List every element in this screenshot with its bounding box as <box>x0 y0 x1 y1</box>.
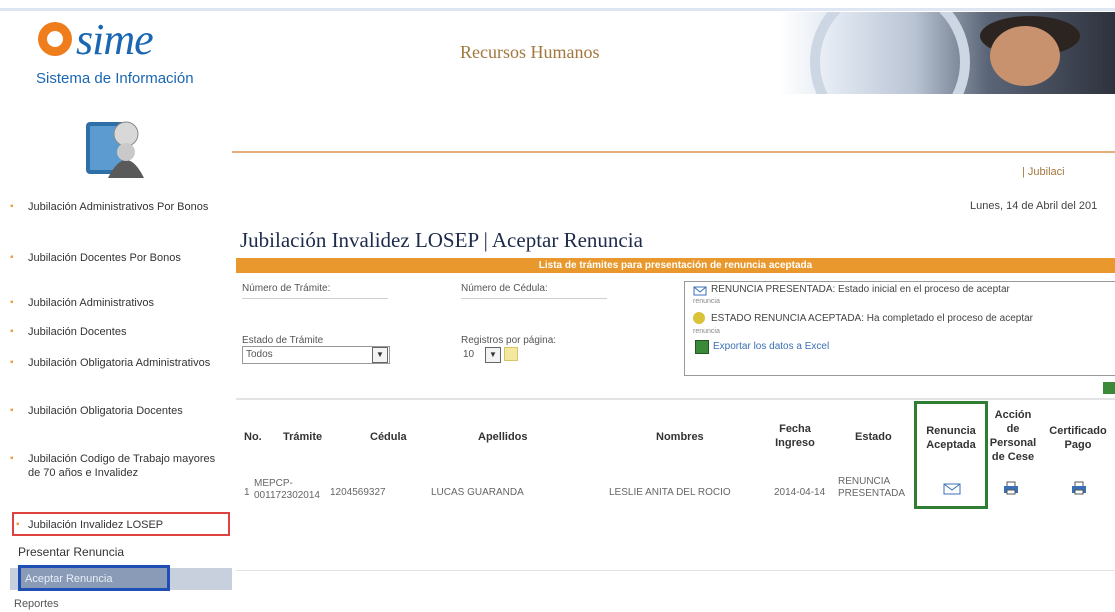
table-top-rule <box>236 398 1115 400</box>
mail-icon <box>693 286 707 296</box>
page-title: Jubilación Invalidez LOSEP | Aceptar Ren… <box>240 228 643 252</box>
bullet-icon: ▪ <box>10 357 14 368</box>
numero-tramite-input[interactable] <box>242 298 388 299</box>
bullet-icon: ▪ <box>16 519 20 530</box>
export-icon[interactable] <box>1103 382 1115 394</box>
status-legend: RENUNCIA PRESENTADA: Estado inicial en e… <box>684 281 1115 376</box>
printer-icon[interactable] <box>1071 481 1087 495</box>
table-bottom-rule <box>236 570 1115 571</box>
sidebar-item-obligatoria-docentes[interactable]: ▪ Jubilación Obligatoria Docentes <box>10 404 225 418</box>
cell-estado: RENUNCIA PRESENTADA <box>838 476 906 499</box>
section-title: Recursos Humanos <box>460 42 600 62</box>
jubilacion-link[interactable]: | Jubilaci <box>1022 166 1065 178</box>
cell-no: 1 <box>244 487 250 498</box>
legend-presentada: RENUNCIA PRESENTADA: Estado inicial en e… <box>711 284 1010 295</box>
bullet-icon: ▪ <box>10 453 14 464</box>
bullet-icon: ▪ <box>10 252 14 263</box>
bullet-icon: ▪ <box>10 405 14 416</box>
cell-tramite: MEPCP-001172302014 <box>254 478 320 501</box>
printer-icon[interactable] <box>1003 481 1019 495</box>
bullet-icon: ▪ <box>10 326 14 337</box>
photo-arc <box>810 12 970 94</box>
export-excel-link[interactable]: Exportar los datos a Excel <box>713 341 829 352</box>
col-header-certificado: Certificado Pago <box>1049 425 1107 451</box>
mail-icon[interactable] <box>943 483 961 495</box>
numero-cedula-label: Número de Cédula: <box>461 283 548 294</box>
sidebar-item-invalidez-losep[interactable]: ▪ Jubilación Invalidez LOSEP <box>12 512 230 536</box>
photo-face <box>990 26 1060 86</box>
sidebar-sub-presentar[interactable]: Presentar Renuncia <box>18 545 124 559</box>
current-date: Lunes, 14 de Abril del 201 <box>970 200 1098 212</box>
registros-label: Registros por página: <box>461 335 557 346</box>
col-header-apellidos: Apellidos <box>478 431 528 443</box>
numero-tramite-label: Número de Trámite: <box>242 283 331 294</box>
logo-text: sime <box>76 15 154 64</box>
estado-tramite-value: Todos <box>246 349 273 360</box>
numero-cedula-input[interactable] <box>461 298 607 299</box>
chevron-down-icon[interactable]: ▼ <box>485 347 501 363</box>
logo-subtitle: Sistema de Información <box>36 70 194 87</box>
bullet-icon: ▪ <box>10 297 14 308</box>
sidebar-item-obligatoria-admin[interactable]: ▪ Jubilación Obligatoria Administrativos <box>10 356 225 370</box>
col-header-estado: Estado <box>855 431 892 443</box>
sidebar-sub-reportes[interactable]: Reportes <box>14 598 59 610</box>
sidebar-item-admin-bonos[interactable]: ▪ Jubilación Administrativos Por Bonos <box>10 200 225 214</box>
chevron-down-icon[interactable]: ▼ <box>372 347 388 363</box>
registros-value: 10 <box>463 349 475 360</box>
cell-cedula: 1204569327 <box>330 487 386 498</box>
logo-mark-icon <box>38 22 72 56</box>
cell-apellidos: LUCAS GUARANDA <box>431 487 524 498</box>
sidebar-item-docentes-bonos[interactable]: ▪ Jubilación Docentes Por Bonos <box>10 251 225 265</box>
legend-tiny-1: renuncia <box>693 298 720 305</box>
legend-tiny-2: renuncia <box>693 328 720 335</box>
col-header-fecha: Fecha Ingreso <box>775 423 815 449</box>
user-avatar-icon <box>86 121 144 178</box>
col-header-cedula: Cédula <box>370 431 407 443</box>
col-header-tramite: Trámite <box>283 431 323 443</box>
check-icon <box>693 312 705 324</box>
list-bar-title: Lista de trámites para presentación de r… <box>538 260 813 271</box>
col-header-nombres: Nombres <box>656 431 704 443</box>
header-photo <box>780 12 1115 94</box>
sidebar-sub-aceptar[interactable]: Aceptar Renuncia <box>18 565 170 591</box>
col-header-no: No. <box>244 431 262 443</box>
cell-fecha: 2014-04-14 <box>774 487 826 498</box>
header-rule <box>232 151 1115 153</box>
sidebar-item-administrativos[interactable]: ▪ Jubilación Administrativos <box>10 296 225 310</box>
legend-aceptada: ESTADO RENUNCIA ACEPTADA: Ha completado … <box>711 313 1033 324</box>
sidebar-item-docentes[interactable]: ▪ Jubilación Docentes <box>10 325 225 339</box>
calendar-icon[interactable] <box>504 347 518 361</box>
cell-nombres: LESLIE ANITA DEL ROCIO <box>609 487 731 498</box>
sidebar-item-codigo-trabajo[interactable]: ▪ Jubilación Codigo de Trabajo mayores de… <box>10 452 225 480</box>
bullet-icon: ▪ <box>10 201 14 212</box>
col-header-accion: Acción de Personal de Cese <box>989 409 1037 463</box>
estado-tramite-label: Estado de Trámite <box>242 335 324 346</box>
top-rule <box>0 8 1115 11</box>
excel-icon[interactable] <box>695 340 709 354</box>
